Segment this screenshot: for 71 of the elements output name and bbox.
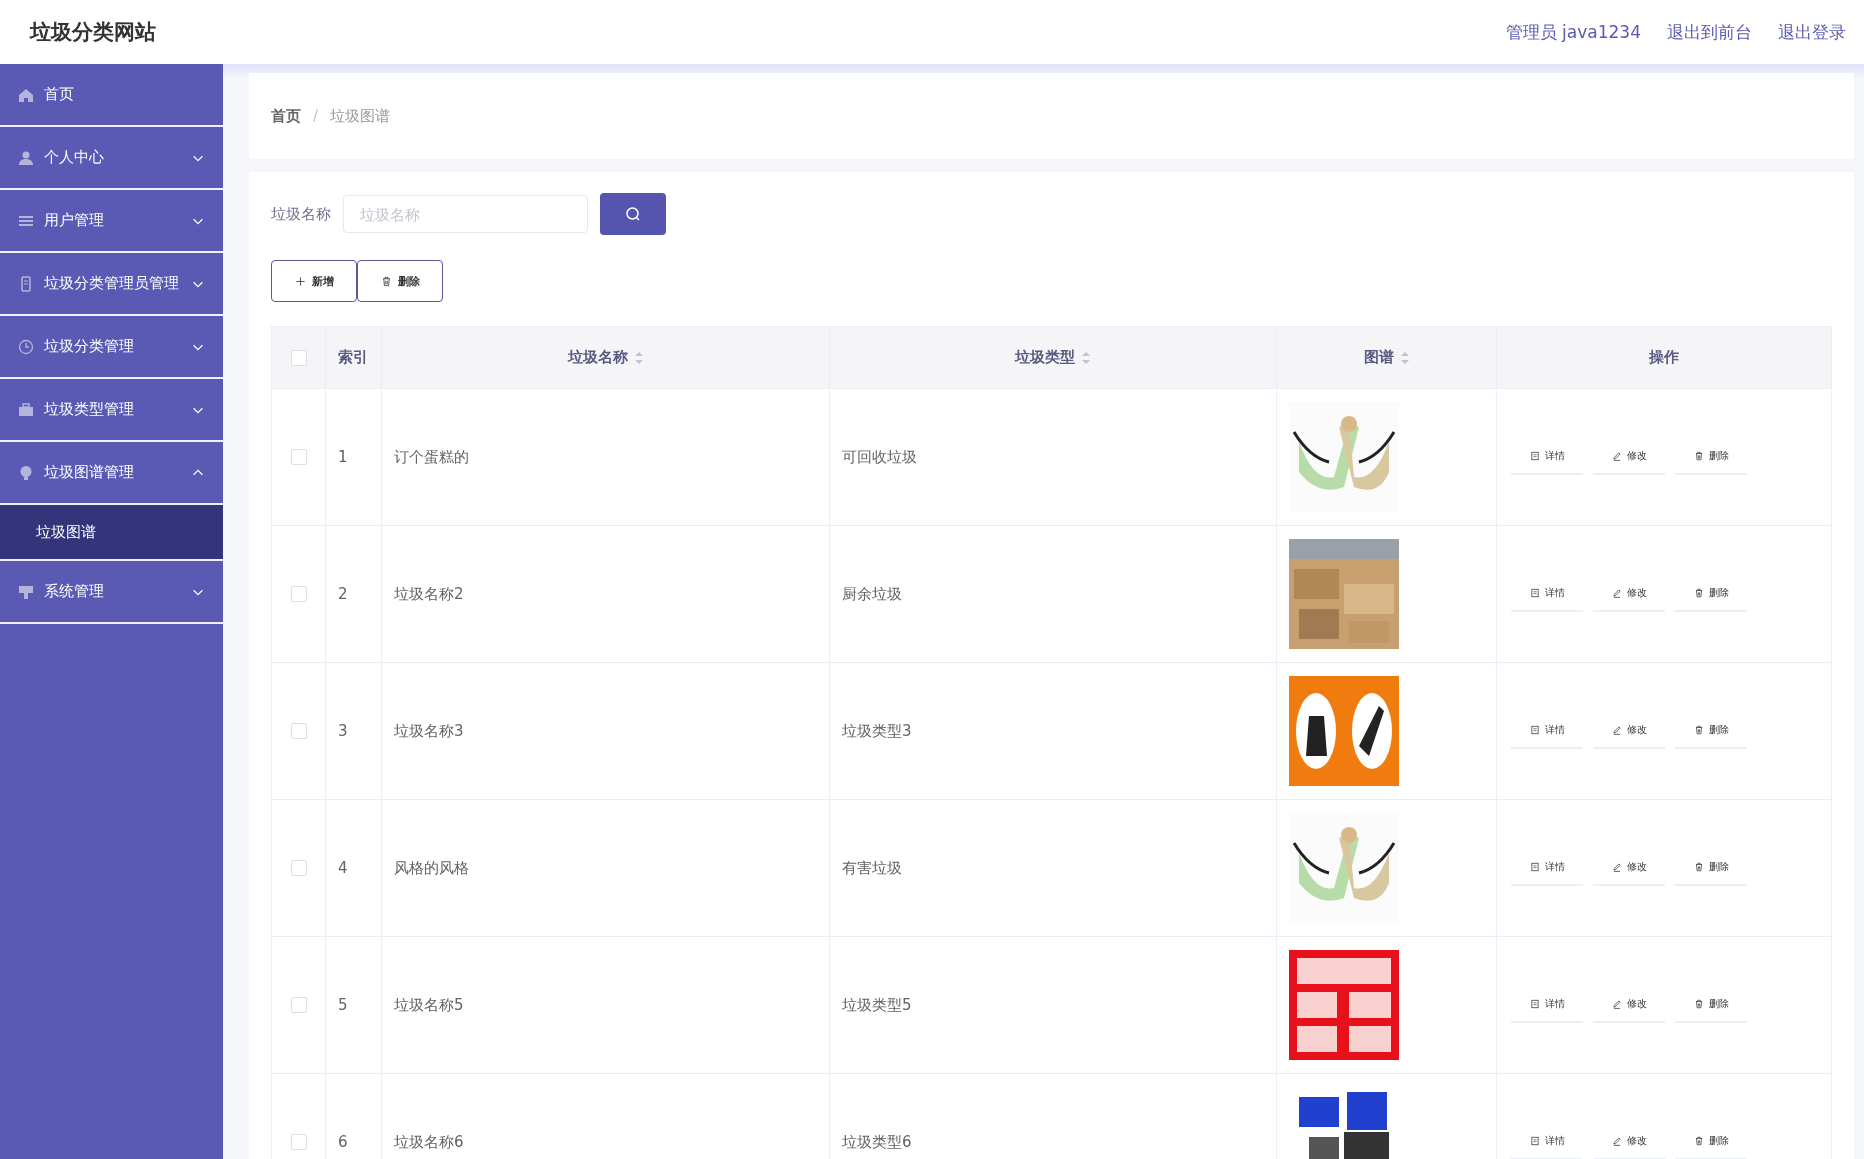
plus-icon xyxy=(294,275,306,287)
sign-icon xyxy=(18,583,34,600)
trash-icon xyxy=(1693,999,1704,1009)
pencil-icon xyxy=(1611,725,1622,735)
document-icon xyxy=(1529,862,1540,872)
table-cell: 4 xyxy=(338,859,348,877)
header-link[interactable]: 退出到前台 xyxy=(1667,20,1752,44)
table-cell: 垃圾名称3 xyxy=(394,721,464,741)
breadcrumb-separator: / xyxy=(313,106,319,126)
trash-icon xyxy=(1693,862,1704,872)
table-cell: 5 xyxy=(338,996,348,1014)
breadcrumb-item: 垃圾图谱 xyxy=(330,106,391,126)
document-icon xyxy=(1529,588,1540,598)
table-cell: 垃圾类型6 xyxy=(842,1132,912,1152)
table-cell: 1 xyxy=(338,448,348,466)
column-header[interactable]: 垃圾名称 xyxy=(567,348,628,367)
submenu-item[interactable]: 垃圾图谱 xyxy=(0,505,223,561)
table-cell: 订个蛋糕的 xyxy=(394,447,469,467)
user-icon xyxy=(18,149,34,166)
table-cell: 3 xyxy=(338,722,348,740)
pencil-icon xyxy=(1611,1136,1622,1146)
trash-icon xyxy=(1693,588,1704,598)
toolbar-button[interactable]: 删除 xyxy=(357,260,443,302)
table-cell: 6 xyxy=(338,1133,348,1151)
pencil-icon xyxy=(1611,999,1622,1009)
checkbox[interactable] xyxy=(290,723,307,739)
search-icon xyxy=(625,206,641,222)
checkbox[interactable] xyxy=(290,1134,307,1150)
clock-icon xyxy=(18,338,34,355)
column-header: 索引 xyxy=(338,348,368,367)
checkbox[interactable] xyxy=(290,586,307,602)
home-icon xyxy=(18,86,34,103)
search-button[interactable] xyxy=(600,193,666,235)
briefcase-icon xyxy=(18,401,34,418)
table-cell: 垃圾名称6 xyxy=(394,1132,464,1152)
table-cell: 厨余垃圾 xyxy=(842,584,902,604)
breadcrumb-item[interactable]: 首页 xyxy=(271,106,301,126)
checkbox[interactable] xyxy=(290,860,307,876)
table-cell: 垃圾类型3 xyxy=(842,721,912,741)
checkbox[interactable] xyxy=(290,449,307,465)
pencil-icon xyxy=(1611,862,1622,872)
column-header[interactable]: 图谱 xyxy=(1363,348,1394,367)
column-header[interactable]: 垃圾类型 xyxy=(1015,348,1075,367)
pencil-icon xyxy=(1611,588,1622,598)
search-label: 垃圾名称 xyxy=(271,204,331,224)
document-icon xyxy=(1529,725,1540,735)
header-link[interactable]: 管理员 java1234 xyxy=(1505,20,1641,44)
checkbox[interactable] xyxy=(290,349,307,366)
checkbox[interactable] xyxy=(290,997,307,1013)
table-cell: 风格的风格 xyxy=(394,858,469,878)
trash-icon xyxy=(1693,451,1704,461)
search-field[interactable]: 垃圾名称 xyxy=(343,195,588,233)
table-cell: 垃圾类型5 xyxy=(842,995,912,1015)
device-icon xyxy=(18,275,34,292)
toolbar-button[interactable]: 新增 xyxy=(271,260,357,302)
table-cell: 垃圾名称2 xyxy=(394,584,464,604)
table-cell: 2 xyxy=(338,585,348,603)
column-header: 操作 xyxy=(1649,348,1679,367)
table-cell: 垃圾名称5 xyxy=(394,995,464,1015)
header-link[interactable]: 退出登录 xyxy=(1778,20,1846,44)
table-cell: 有害垃圾 xyxy=(842,858,902,878)
trash-icon xyxy=(1693,725,1704,735)
document-icon xyxy=(1529,451,1540,461)
trash-icon xyxy=(1693,1136,1704,1146)
document-icon xyxy=(1529,1136,1540,1146)
trash-icon xyxy=(380,275,392,287)
pencil-icon xyxy=(1611,451,1622,461)
site-title: 垃圾分类网站 xyxy=(30,19,156,46)
bulb-icon xyxy=(18,464,34,481)
table-cell: 可回收垃圾 xyxy=(842,447,917,467)
document-icon xyxy=(1529,999,1540,1009)
